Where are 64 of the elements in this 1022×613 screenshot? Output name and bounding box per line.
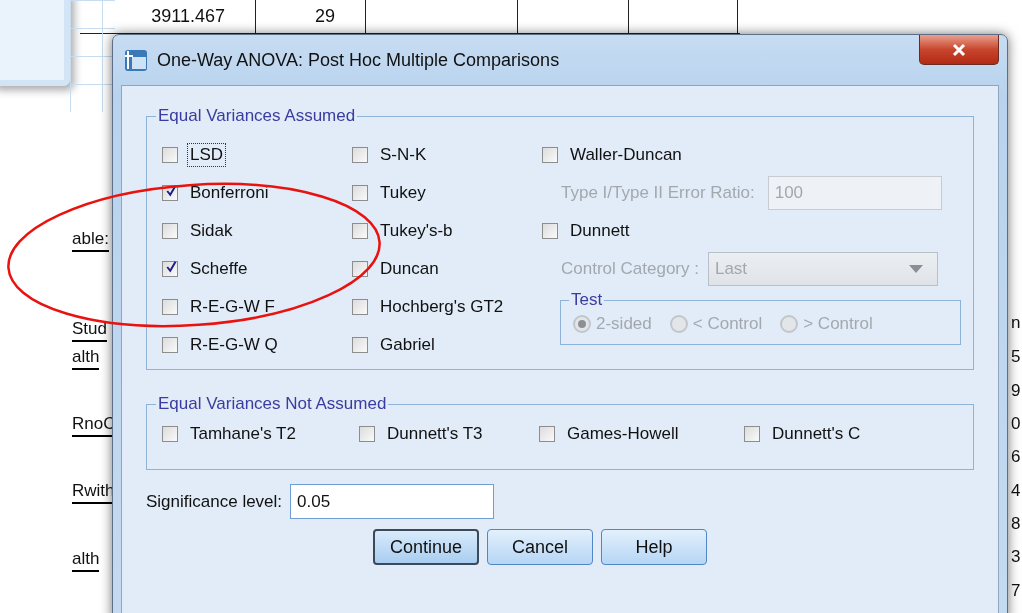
output-text: n bbox=[1011, 312, 1021, 334]
field-label: Significance level: bbox=[146, 491, 283, 512]
dialog-button[interactable]: Continue bbox=[373, 529, 479, 565]
output-text: 9 bbox=[1011, 380, 1021, 402]
output-text: 8 bbox=[1011, 513, 1021, 535]
checkbox-label[interactable]: Dunnett bbox=[567, 219, 633, 243]
checkbox[interactable] bbox=[744, 426, 760, 442]
checkbox[interactable] bbox=[352, 337, 368, 353]
checkbox-label[interactable]: LSD bbox=[187, 143, 227, 167]
table-cell-text: 3911.467 bbox=[150, 6, 226, 27]
checkbox-label[interactable]: Waller-Duncan bbox=[567, 143, 685, 167]
output-text: Stud bbox=[72, 318, 107, 342]
output-text: able: bbox=[72, 228, 109, 252]
close-icon bbox=[950, 42, 968, 57]
checkbox-label[interactable]: Sidak bbox=[187, 219, 236, 243]
checkbox[interactable] bbox=[539, 426, 555, 442]
checkbox[interactable] bbox=[162, 426, 178, 442]
checkbox-label[interactable]: Dunnett's T3 bbox=[384, 422, 486, 446]
checkbox[interactable] bbox=[352, 185, 368, 201]
output-text: 0 bbox=[1011, 413, 1021, 435]
table-cell-text: 29 bbox=[313, 6, 336, 27]
checkbox[interactable] bbox=[359, 426, 375, 442]
checkbox[interactable] bbox=[162, 223, 178, 239]
output-text: 7 bbox=[1011, 580, 1021, 602]
checkbox-label[interactable]: Tukey bbox=[377, 181, 429, 205]
checkbox[interactable] bbox=[542, 223, 558, 239]
checkbox-label[interactable]: Bonferroni bbox=[187, 181, 272, 205]
input-field[interactable]: 0.05 bbox=[290, 484, 495, 519]
checkbox-label[interactable]: Games-Howell bbox=[564, 422, 682, 446]
checkbox[interactable] bbox=[162, 299, 178, 315]
checkbox-label[interactable]: R-E-G-W Q bbox=[187, 333, 281, 357]
checkbox[interactable] bbox=[542, 147, 558, 163]
checkbox-label[interactable]: Hochberg's GT2 bbox=[377, 295, 507, 319]
output-text: 5 bbox=[1011, 346, 1021, 368]
checkbox-label[interactable]: S-N-K bbox=[377, 143, 430, 167]
output-text: alth bbox=[72, 548, 100, 572]
group-legend: Equal Variances Assumed bbox=[156, 106, 358, 126]
checkbox-label[interactable]: Dunnett's C bbox=[769, 422, 864, 446]
group-legend: Equal Variances Not Assumed bbox=[156, 394, 389, 414]
checkbox-label[interactable]: Gabriel bbox=[377, 333, 438, 357]
checkbox-label[interactable]: Tamhane's T2 bbox=[187, 422, 299, 446]
checkbox-label[interactable]: Tukey's-b bbox=[377, 219, 456, 243]
checkbox-label[interactable]: R-E-G-W F bbox=[187, 295, 278, 319]
window-title: One-Way ANOVA: Post Hoc Multiple Comparisons bbox=[157, 49, 560, 71]
table-icon bbox=[123, 47, 149, 73]
checkbox[interactable] bbox=[162, 261, 178, 277]
checkbox-label[interactable]: Scheffe bbox=[187, 257, 251, 281]
checkbox[interactable] bbox=[352, 147, 368, 163]
field-label: Control Category : bbox=[561, 259, 699, 279]
output-text: 4 bbox=[1011, 480, 1021, 502]
checkbox[interactable] bbox=[352, 223, 368, 239]
checkbox[interactable] bbox=[162, 147, 178, 163]
output-text: 6 bbox=[1011, 446, 1021, 468]
checkbox-label[interactable]: Duncan bbox=[377, 257, 442, 281]
dialog-button[interactable]: Cancel bbox=[487, 529, 593, 565]
caret-icon bbox=[908, 265, 923, 273]
field-label: Type I/Type II Error Ratio: bbox=[561, 183, 755, 203]
checkbox[interactable] bbox=[162, 337, 178, 353]
output-text: alth bbox=[72, 346, 100, 370]
output-text: 3 bbox=[1011, 546, 1021, 568]
dialog-button[interactable]: Help bbox=[601, 529, 707, 565]
close-button[interactable] bbox=[919, 35, 999, 65]
group-legend: Test bbox=[569, 290, 605, 310]
checkbox[interactable] bbox=[352, 299, 368, 315]
